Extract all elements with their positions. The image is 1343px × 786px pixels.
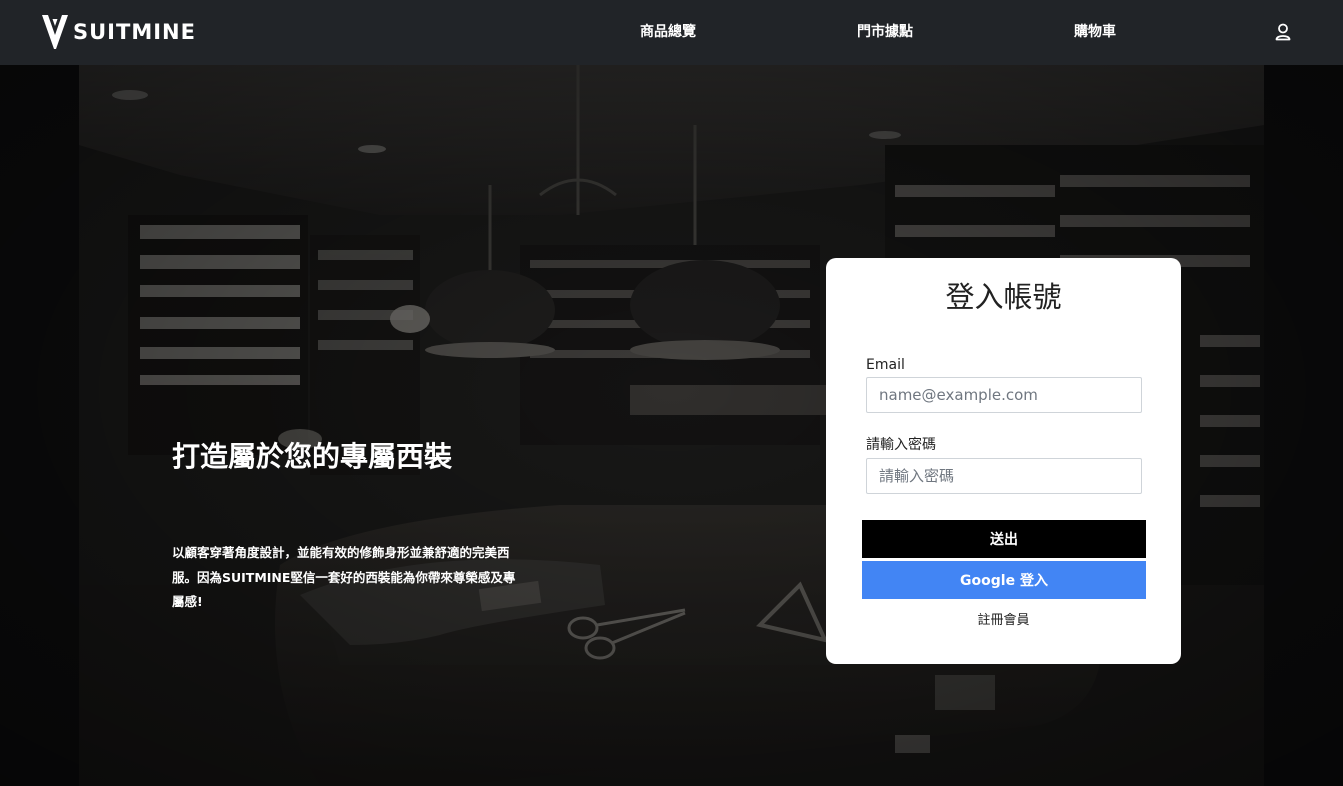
nav-item-cart[interactable]: 購物車: [1074, 21, 1116, 43]
password-label: 請輸入密碼: [866, 437, 936, 453]
password-field[interactable]: [866, 458, 1142, 494]
brand-name: SUITMINE: [73, 20, 196, 44]
login-title: 登入帳號: [945, 280, 1062, 314]
brand-logo-link[interactable]: SUITMINE: [42, 14, 196, 50]
email-label: Email: [866, 357, 905, 373]
navbar: SUITMINE 商品總覽 門市據點 購物車: [0, 0, 1343, 65]
google-login-button[interactable]: Google 登入: [862, 561, 1146, 599]
submit-button[interactable]: 送出: [862, 520, 1146, 558]
register-link[interactable]: 註冊會員: [826, 611, 1181, 631]
nav-item-products[interactable]: 商品總覽: [640, 21, 696, 43]
login-card: 登入帳號 Email 請輸入密碼 送出 Google 登入 註冊會員: [826, 258, 1181, 664]
email-field[interactable]: [866, 377, 1142, 413]
hero-title: 打造屬於您的專屬西裝: [172, 440, 453, 473]
hero-description: 以顧客穿著角度設計，並能有效的修飾身形並兼舒適的完美西服。因為SUITMINE堅…: [172, 545, 516, 609]
user-account-button[interactable]: [1272, 21, 1294, 43]
nav-item-stores[interactable]: 門市據點: [857, 21, 913, 43]
suitmine-logo-icon: [42, 15, 68, 49]
user-icon: [1275, 23, 1291, 41]
